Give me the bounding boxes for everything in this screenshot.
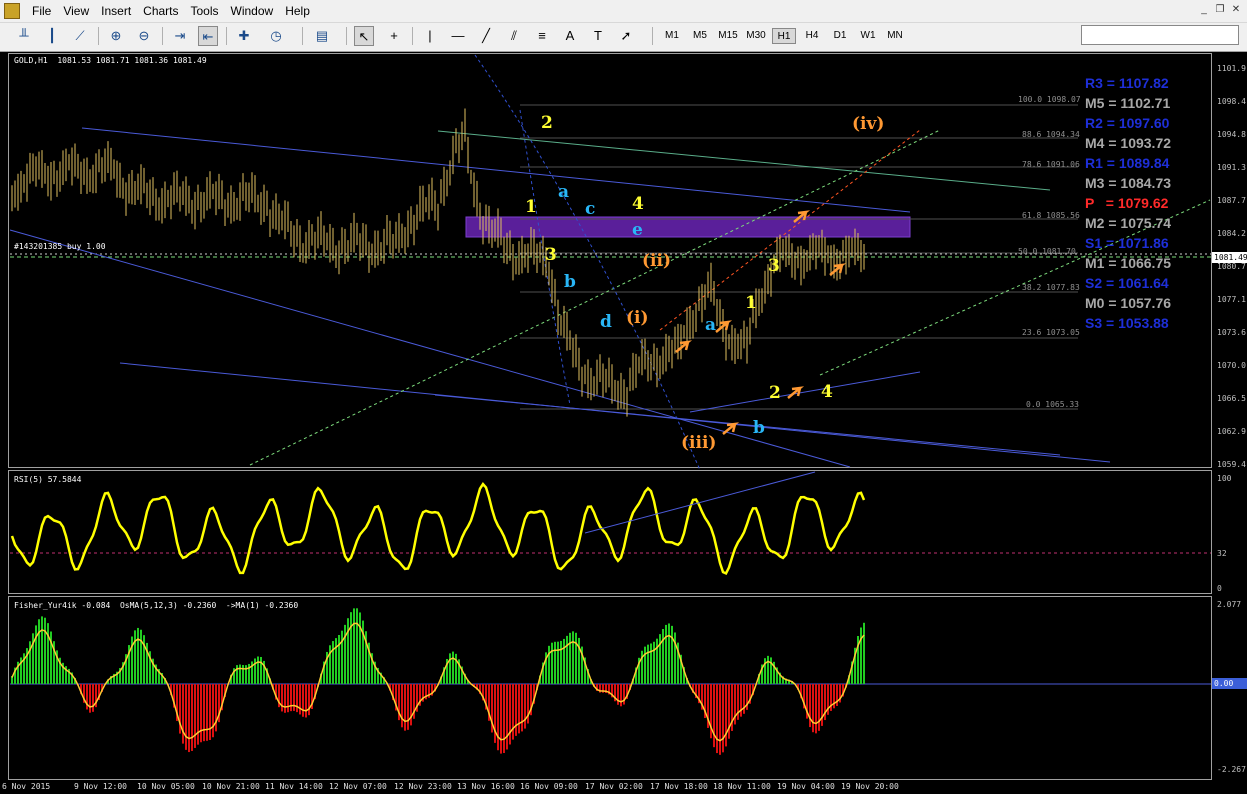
time-tick: 19 Nov 04:00 xyxy=(777,782,835,791)
rsi-tick: 32 xyxy=(1217,549,1227,558)
pivot-m3: M3 = 1084.73 xyxy=(1085,175,1172,191)
price-tick: 1073.6 xyxy=(1217,328,1246,337)
fib-level-382: 38.2 1077.83 xyxy=(1022,283,1080,292)
fib-level-50: 50.0 1081.70 xyxy=(1018,247,1076,256)
wave-label-1: 1 xyxy=(525,197,537,217)
price-tick: 1087.7 xyxy=(1217,196,1246,205)
price-tick: 1101.9 xyxy=(1217,64,1246,73)
wave-label-2: 2 xyxy=(541,113,553,133)
wave-label-2: 2 xyxy=(769,383,781,403)
pivot-r1: R1 = 1089.84 xyxy=(1085,155,1170,171)
time-tick: 13 Nov 16:00 xyxy=(457,782,515,791)
wave-label-iii: (iii) xyxy=(681,433,717,453)
price-tick: 1084.2 xyxy=(1217,229,1246,238)
trendline xyxy=(434,394,1061,456)
pivot-m2: M2 = 1075.74 xyxy=(1085,215,1172,231)
price-tick: 1094.8 xyxy=(1217,130,1246,139)
wave-label-c: c xyxy=(585,199,596,219)
wave-label-b: b xyxy=(564,272,576,292)
pivot-m0: M0 = 1057.76 xyxy=(1085,295,1172,311)
price-tick: 1070.0 xyxy=(1217,361,1246,370)
time-tick: 10 Nov 05:00 xyxy=(137,782,195,791)
pivot-m1: M1 = 1066.75 xyxy=(1085,255,1172,271)
pivot-s2: S2 = 1061.64 xyxy=(1085,275,1169,291)
wave-label-ii: (ii) xyxy=(642,251,672,271)
price-tick: 1059.4 xyxy=(1217,460,1246,469)
wave-label-a: a xyxy=(558,182,570,202)
price-tick: 1077.1 xyxy=(1217,295,1246,304)
price-tick: 1062.9 xyxy=(1217,427,1246,436)
fib-level-618: 61.8 1085.56 xyxy=(1022,211,1080,220)
wave-label-d: d xyxy=(600,312,612,332)
rsi-title: RSI(5) 57.5844 xyxy=(14,475,82,484)
wave-label-1: 1 xyxy=(745,293,757,313)
time-tick: 19 Nov 20:00 xyxy=(841,782,899,791)
price-tick: 1098.4 xyxy=(1217,97,1246,106)
time-tick: 16 Nov 09:00 xyxy=(520,782,578,791)
price-tick: 1080.7 xyxy=(1217,262,1246,271)
pivot-m4: M4 = 1093.72 xyxy=(1085,135,1172,151)
fib-level-0: 0.0 1065.33 xyxy=(1026,400,1079,409)
wave-label-e: e xyxy=(632,220,643,240)
supply-zone xyxy=(465,216,911,238)
pivot-p: P = 1079.62 xyxy=(1085,195,1169,211)
price-tick: 1091.3 xyxy=(1217,163,1246,172)
time-tick: 18 Nov 11:00 xyxy=(713,782,771,791)
time-tick: 17 Nov 18:00 xyxy=(650,782,708,791)
price-tick: 1066.5 xyxy=(1217,394,1246,403)
wave-label-4: 4 xyxy=(632,194,644,214)
chart-title: GOLD,H1 1081.53 1081.71 1081.36 1081.49 xyxy=(14,56,207,65)
fib-level-100: 100.0 1098.07 xyxy=(1018,95,1081,104)
trendline xyxy=(689,371,921,413)
rsi-tick: 100 xyxy=(1217,474,1232,483)
time-tick: 17 Nov 02:00 xyxy=(585,782,643,791)
fisher-zero-marker: 0.00 xyxy=(1212,678,1247,689)
rsi-line xyxy=(10,481,866,576)
time-tick: 10 Nov 21:00 xyxy=(202,782,260,791)
wave-label-4: 4 xyxy=(821,382,833,402)
wave-label-3: 3 xyxy=(545,245,557,265)
wave-label-iv: (iv) xyxy=(852,114,885,134)
pivot-s1: S1 = 1071.86 xyxy=(1085,235,1169,251)
fib-level-786: 78.6 1091.06 xyxy=(1022,160,1080,169)
fisher-tick: -2.267 xyxy=(1217,765,1246,774)
fib-level-886: 88.6 1094.34 xyxy=(1022,130,1080,139)
wave-label-3: 3 xyxy=(768,256,780,276)
pivot-r2: R2 = 1097.60 xyxy=(1085,115,1170,131)
trendline xyxy=(81,127,911,213)
time-tick: 11 Nov 14:00 xyxy=(265,782,323,791)
pivot-s3: S3 = 1053.88 xyxy=(1085,315,1169,331)
trendline xyxy=(9,229,851,468)
wave-label-a: a xyxy=(705,315,717,335)
fisher-title: Fisher_Yur4ik -0.084 OsMA(5,12,3) -0.236… xyxy=(14,601,299,610)
trendline xyxy=(437,130,1051,191)
fib-level-236: 23.6 1073.05 xyxy=(1022,328,1080,337)
fisher-tick: 2.077 xyxy=(1217,600,1242,609)
rsi-trendline xyxy=(584,471,816,534)
pivot-m5: M5 = 1102.71 xyxy=(1085,95,1171,111)
time-tick: 6 Nov 2015 xyxy=(2,782,51,791)
chart-drawing xyxy=(9,54,1211,755)
pivot-r3: R3 = 1107.82 xyxy=(1085,75,1169,91)
time-tick: 12 Nov 23:00 xyxy=(394,782,452,791)
rsi-tick: 0 xyxy=(1217,584,1222,593)
fisher-signal-line xyxy=(11,622,865,742)
order-label: #143201385 buy 1.00 xyxy=(14,242,106,251)
time-tick: 9 Nov 12:00 xyxy=(74,782,127,791)
wave-label-i: (i) xyxy=(626,308,649,328)
arrow-icon xyxy=(787,386,805,399)
time-tick: 12 Nov 07:00 xyxy=(329,782,387,791)
wave-label-b: b xyxy=(753,418,765,438)
current-price-marker: 1081.49 xyxy=(1212,252,1247,263)
